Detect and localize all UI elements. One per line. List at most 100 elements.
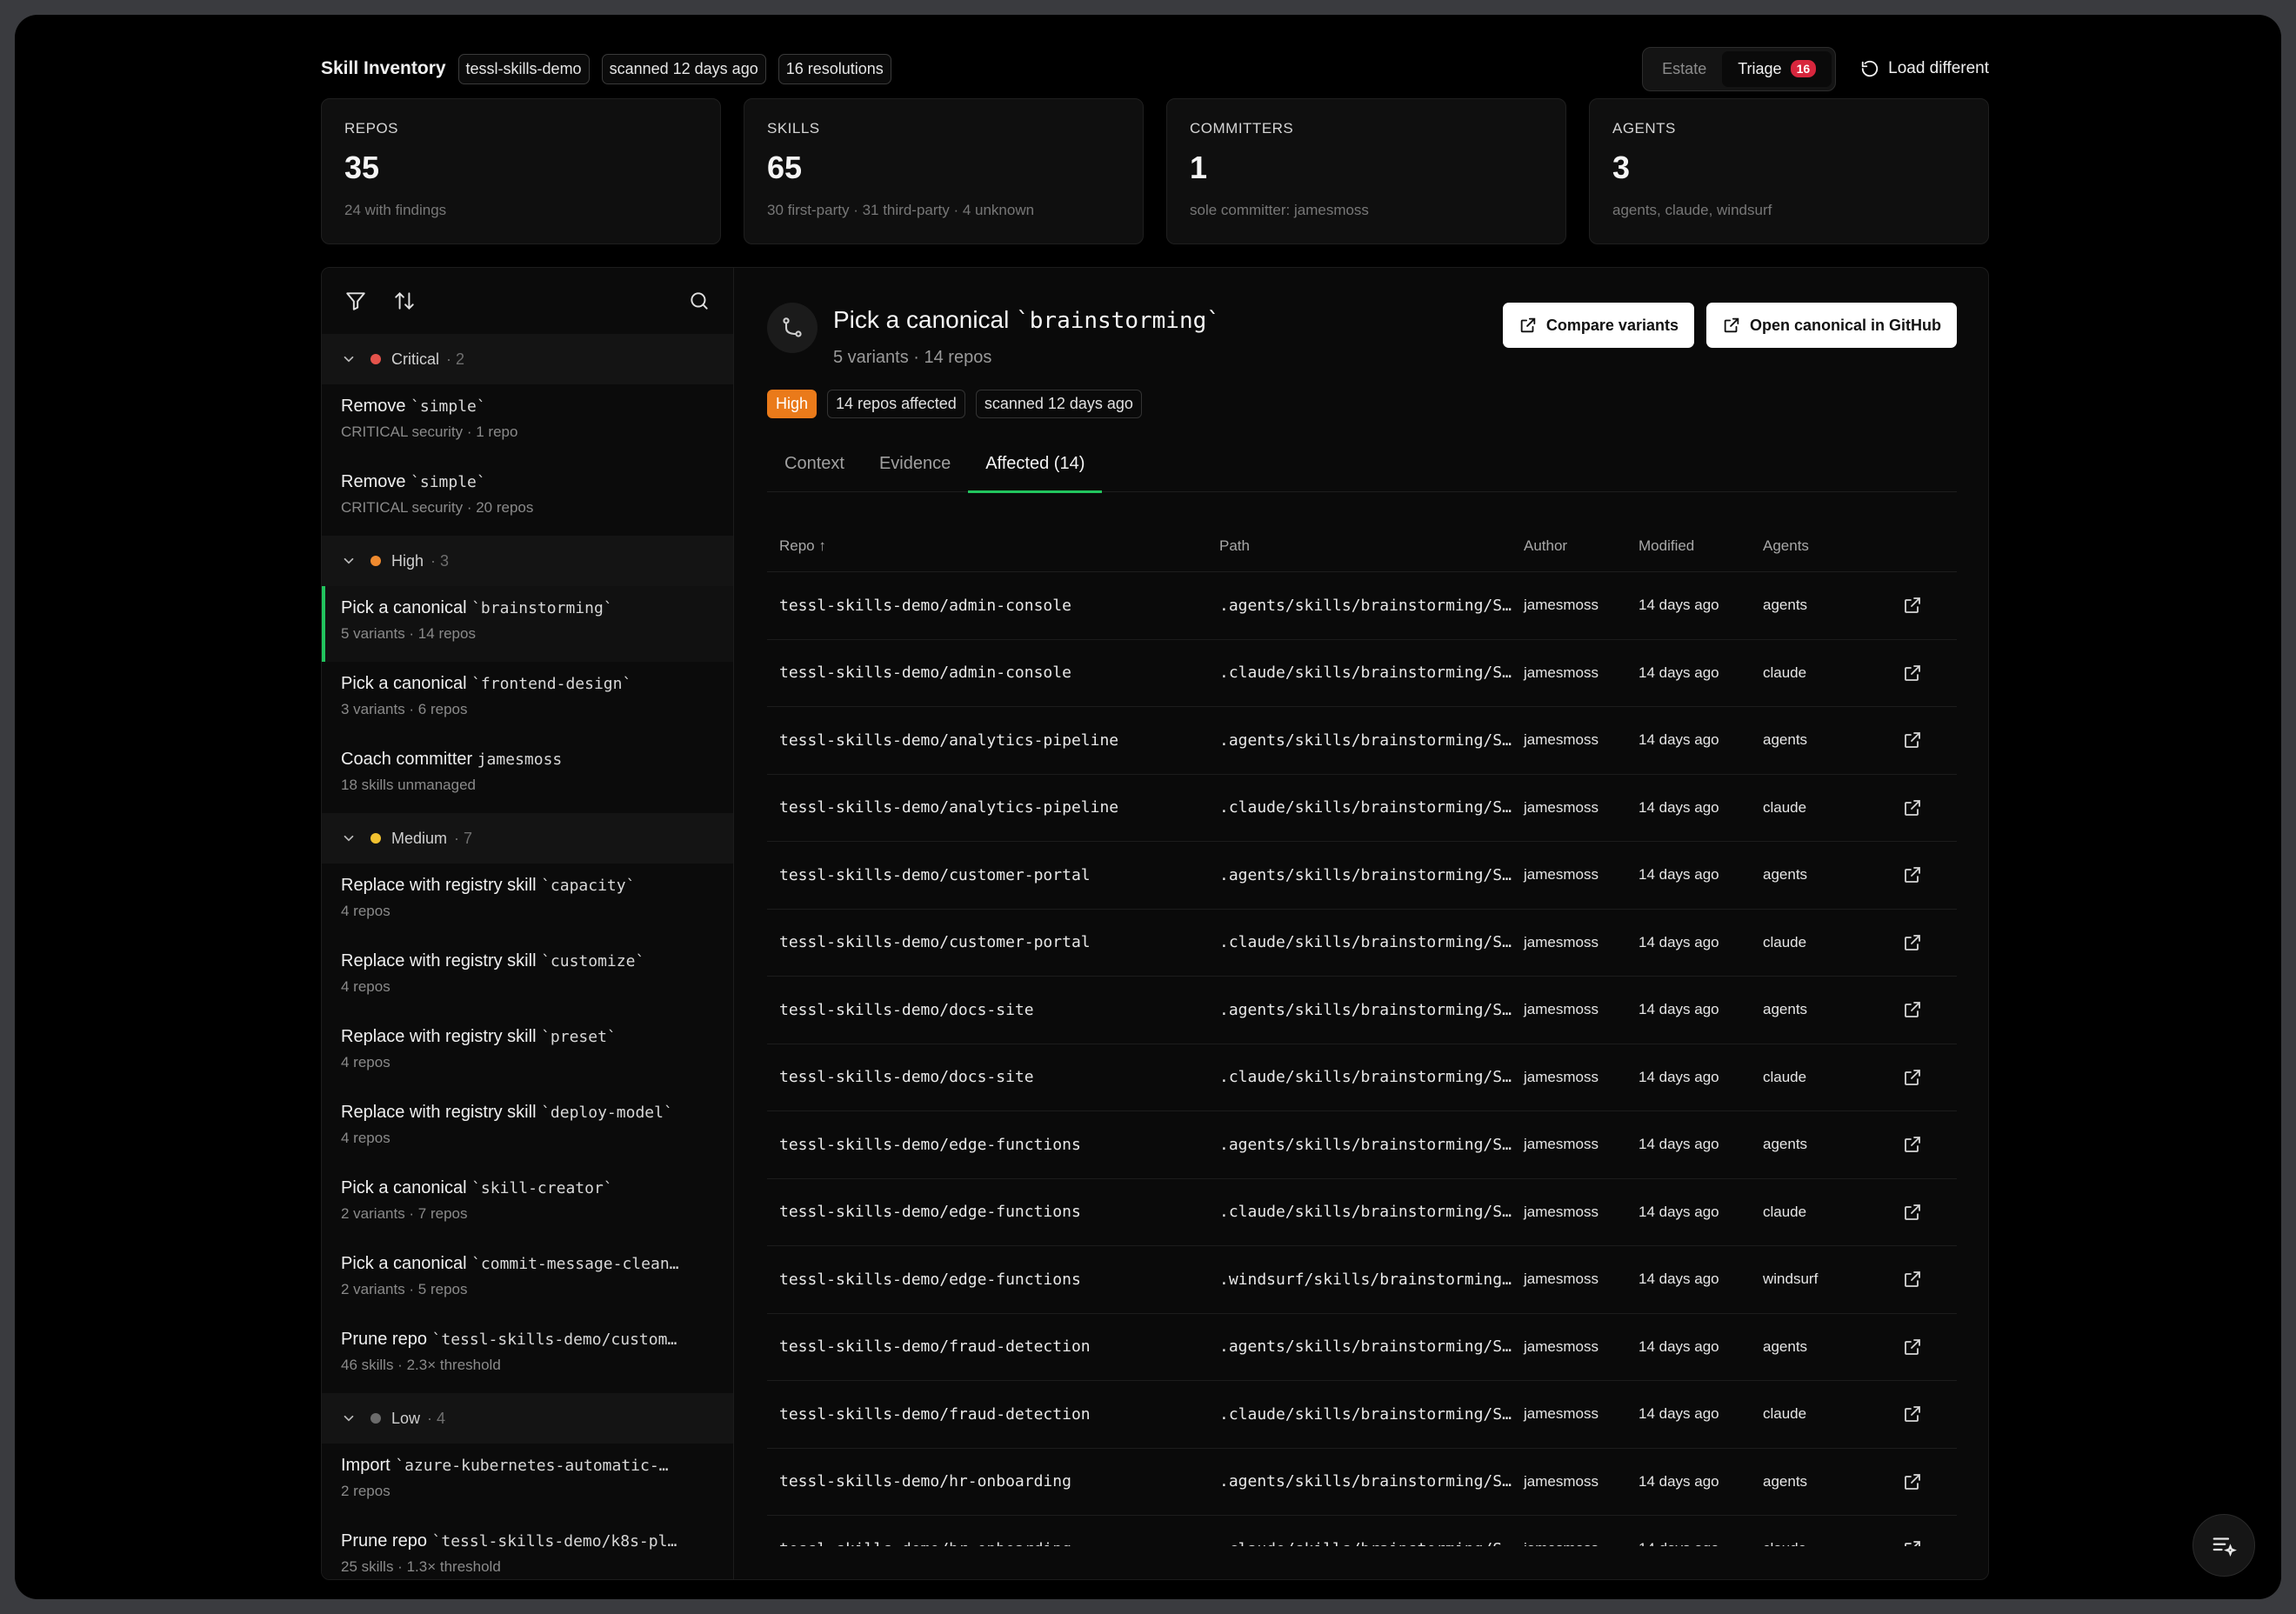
list-item[interactable]: Pick a canonical `frontend-design` 3 vari… [322, 662, 733, 737]
cell-path: .claude/skills/brainstorming/SKILL.md [1219, 1404, 1524, 1424]
external-link-icon[interactable] [1902, 1134, 1923, 1155]
external-link-icon[interactable] [1902, 1067, 1923, 1088]
item-title-text: Pick a canonical [341, 674, 472, 693]
cell-agent: claude [1763, 664, 1807, 681]
list-item[interactable]: Pick a canonical `commit-message-clean… 2… [322, 1242, 733, 1317]
tab-context[interactable]: Context [767, 444, 862, 492]
list-item[interactable]: Coach committer jamesmoss 18 skills unman… [322, 737, 733, 813]
group-name: Low [391, 1409, 421, 1427]
table-row: tessl-skills-demo/admin-console .claude/s… [767, 640, 1957, 707]
cell-path: .windsurf/skills/brainstorming/SKILL.md [1219, 1270, 1524, 1289]
item-title: Pick a canonical `brainstorming` [341, 598, 714, 618]
list-item[interactable]: Replace with registry skill `preset` 4 re… [322, 1015, 733, 1090]
cell-agent: claude [1763, 1540, 1867, 1546]
item-title: Pick a canonical `skill-creator` [341, 1178, 714, 1198]
group-header-high[interactable]: High · 3 [322, 536, 733, 586]
tab-estate-label: Estate [1662, 59, 1707, 77]
column-path[interactable]: Path [1219, 537, 1524, 555]
list-item[interactable]: Replace with registry skill `deploy-mode… [322, 1090, 733, 1166]
list-item[interactable]: Prune repo `tessl-skills-demo/k8s-pl… 25 … [322, 1519, 733, 1579]
cell-agent: claude [1763, 1405, 1807, 1423]
external-link-icon[interactable] [1902, 999, 1923, 1020]
cell-author: jamesmoss [1524, 933, 1599, 950]
detail-actions: Compare variants Open canonical in GitHu… [1502, 303, 1957, 348]
list-item[interactable]: Pick a canonical `brainstorming` 5 varian… [322, 586, 733, 662]
item-title: Replace with registry skill `deploy-mode… [341, 1103, 714, 1123]
scanned-badge: scanned 12 days ago [975, 390, 1142, 418]
cell-author: jamesmoss [1524, 731, 1599, 749]
item-title-text: Replace with registry skill [341, 1027, 542, 1046]
list-item[interactable]: Import `azure-kubernetes-automatic-… 2 re… [322, 1444, 733, 1519]
list-item[interactable]: Replace with registry skill `capacity` 4 … [322, 864, 733, 939]
item-title: Prune repo `tessl-skills-demo/custom… [341, 1330, 714, 1350]
stat-committers: COMMITTERS 1 sole committer: jamesmoss [1166, 98, 1566, 244]
tab-estate[interactable]: Estate [1646, 51, 1722, 87]
item-title-text: Pick a canonical [341, 1178, 472, 1197]
load-different-button[interactable]: Load different [1860, 59, 1989, 78]
list-item[interactable]: Replace with registry skill `customize` 4… [322, 939, 733, 1015]
group-header-critical[interactable]: Critical · 2 [322, 334, 733, 384]
table-row: tessl-skills-demo/fraud-detection .agents… [767, 1314, 1957, 1381]
group-header-medium[interactable]: Medium · 7 [322, 813, 733, 864]
assistant-button[interactable] [2193, 1514, 2255, 1577]
finding-groups: Critical · 2 Remove `simple` CRITICAL secur… [322, 334, 733, 1579]
external-link-icon[interactable] [1902, 1337, 1923, 1357]
stat-sub: 30 first-party · 31 third-party · 4 unkn… [767, 202, 1035, 218]
item-title-code: `tessl-skills-demo/k8s-pl… [431, 1532, 677, 1551]
cell-modified: 14 days ago [1639, 1271, 1719, 1288]
item-subtitle: CRITICAL security · 20 repos [341, 499, 534, 516]
list-item[interactable]: Prune repo `tessl-skills-demo/custom… 46 … [322, 1317, 733, 1393]
repos-affected-badge: 14 repos affected [827, 390, 965, 418]
item-subtitle: 5 variants · 14 repos [341, 625, 476, 642]
cell-agent: agents [1763, 1472, 1808, 1490]
item-title-text: Remove [341, 397, 411, 416]
compare-variants-button[interactable]: Compare variants [1502, 303, 1694, 348]
external-link-icon[interactable] [1902, 864, 1923, 885]
table-row: tessl-skills-demo/edge-functions .claude/… [767, 1179, 1957, 1246]
tab-evidence[interactable]: Evidence [862, 444, 968, 492]
external-link-icon[interactable] [1902, 797, 1923, 818]
item-title: Coach committer jamesmoss [341, 750, 714, 770]
list-item[interactable]: Remove `simple` CRITICAL security · 20 re… [322, 460, 733, 536]
sort-icon[interactable] [393, 290, 416, 312]
item-title-code: `brainstorming` [471, 599, 613, 617]
item-title-text: Remove [341, 472, 411, 491]
external-link-icon[interactable] [1902, 595, 1923, 616]
stat-value: 65 [767, 150, 803, 185]
external-link-icon[interactable] [1902, 1269, 1923, 1290]
table-row: tessl-skills-demo/hr-onboarding.claude/s… [767, 1516, 1957, 1546]
column-author[interactable]: Author [1524, 537, 1639, 555]
column-modified[interactable]: Modified [1639, 537, 1763, 555]
tab-triage[interactable]: Triage 16 [1722, 50, 1832, 87]
cell-agent: agents [1763, 1337, 1808, 1355]
triage-count-badge: 16 [1790, 60, 1817, 77]
cell-path: .agents/skills/brainstorming/SKILL.md [1219, 596, 1524, 615]
table-header: Repo ↑ Path Author Modified Agents [767, 520, 1957, 572]
cell-author: jamesmoss [1524, 664, 1599, 681]
table-row: tessl-skills-demo/hr-onboarding .agents/s… [767, 1449, 1957, 1516]
stat-value: 1 [1190, 150, 1208, 185]
external-link-icon[interactable] [1902, 730, 1923, 750]
stat-value: 35 [344, 150, 380, 185]
column-repo[interactable]: Repo ↑ [767, 537, 1219, 555]
group-header-low[interactable]: Low · 4 [322, 1393, 733, 1444]
cell-path: .claude/skills/brainstorming/SKILL.md [1219, 1068, 1524, 1087]
filter-icon[interactable] [344, 290, 367, 312]
external-link-icon[interactable] [1902, 663, 1923, 684]
external-link-icon[interactable] [1902, 1471, 1923, 1492]
cell-modified: 14 days ago [1639, 1203, 1719, 1220]
cell-author: jamesmoss [1524, 798, 1599, 816]
external-link-icon[interactable] [1902, 1202, 1923, 1223]
stat-skills: SKILLS 65 30 first-party · 31 third-part… [744, 98, 1144, 244]
tab-affected[interactable]: Affected (14) [968, 444, 1103, 493]
external-link-icon[interactable] [1902, 932, 1923, 953]
open-github-button[interactable]: Open canonical in GitHub [1705, 303, 1957, 348]
search-icon[interactable] [688, 290, 711, 312]
external-link-icon[interactable] [1902, 1538, 1923, 1546]
list-item[interactable]: Remove `simple` CRITICAL security · 1 rep… [322, 384, 733, 460]
item-title-code: `frontend-design` [471, 675, 632, 693]
external-link-icon[interactable] [1902, 1404, 1923, 1424]
item-title-text: Prune repo [341, 1330, 432, 1349]
list-item[interactable]: Pick a canonical `skill-creator` 2 varian… [322, 1166, 733, 1242]
column-agents[interactable]: Agents [1763, 537, 1867, 555]
